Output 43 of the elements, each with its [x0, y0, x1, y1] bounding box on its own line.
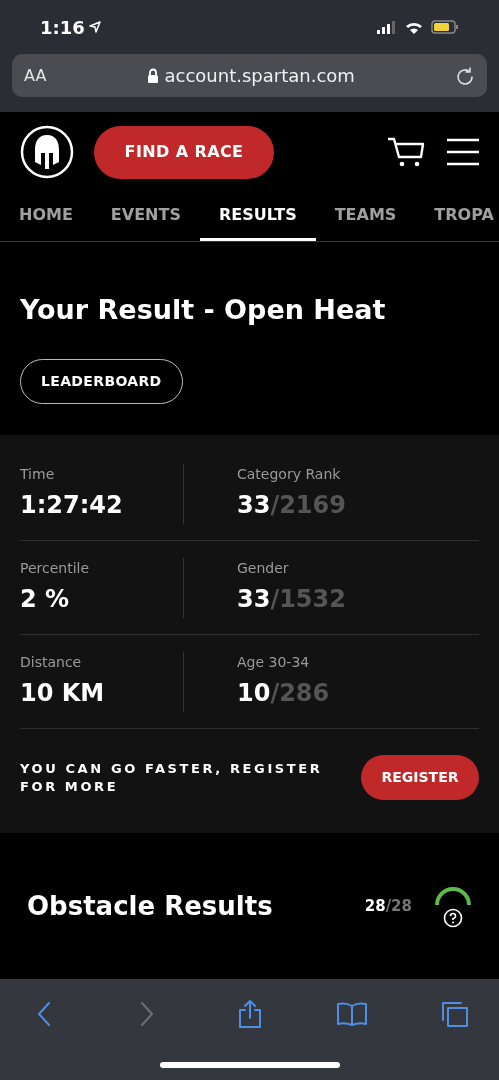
- gauge-arc-icon: [434, 884, 472, 908]
- obstacle-count: 28/28: [364, 895, 412, 917]
- battery-icon: [431, 20, 459, 34]
- stat-label: Age 30-34: [237, 653, 311, 672]
- stat-label: Distance: [20, 653, 83, 672]
- nav-tab[interactable]: HOME: [0, 192, 92, 241]
- share-icon: [236, 999, 263, 1029]
- rank-value: 10/286: [237, 678, 330, 709]
- stat-value: 2 %: [20, 584, 71, 615]
- register-button[interactable]: REGISTER: [361, 755, 479, 800]
- obstacle-title: Obstacle Results: [27, 889, 273, 923]
- address-bar[interactable]: AA account.spartan.com: [12, 54, 487, 97]
- stat-label: Time: [20, 465, 56, 484]
- wifi-icon: [405, 20, 423, 34]
- stat-label: Category Rank: [237, 465, 342, 484]
- find-race-button[interactable]: FIND A RACE: [94, 125, 274, 179]
- nav-tab[interactable]: EVENTS: [91, 192, 200, 241]
- tabs-icon: [440, 1000, 470, 1028]
- help-icon[interactable]: [443, 908, 463, 928]
- stat-value: 10 KM: [20, 678, 106, 709]
- forward-icon: [138, 1001, 155, 1027]
- book-icon: [336, 1001, 369, 1027]
- rank-value: 33/2169: [237, 490, 346, 521]
- menu-icon[interactable]: [447, 138, 479, 166]
- nav-tab[interactable]: TROPA: [415, 192, 499, 241]
- location-arrow-icon: [88, 21, 101, 33]
- helmet-logo[interactable]: [20, 125, 74, 179]
- lock-icon: [146, 68, 159, 83]
- reload-icon[interactable]: [455, 65, 475, 86]
- back-icon: [36, 1001, 52, 1027]
- stat-value: 1:27:42: [20, 490, 124, 521]
- cart-icon[interactable]: [387, 137, 425, 167]
- nav-tab[interactable]: RESULTS: [199, 192, 316, 241]
- stat-label: Percentile: [20, 559, 91, 578]
- stat-label: Gender: [237, 559, 290, 578]
- promo-text: YOU CAN GO FASTER, REGISTER FOR MORE: [20, 759, 324, 796]
- signal-icon: [377, 20, 397, 34]
- text-size-button[interactable]: AA: [24, 63, 47, 88]
- nav-tab[interactable]: TEAMS: [315, 192, 416, 241]
- url-text: account.spartan.com: [164, 64, 355, 88]
- clock-time: 1:16: [40, 15, 85, 40]
- rank-value: 33/1532: [237, 584, 346, 615]
- result-title: Your Result - Open Heat: [20, 293, 387, 327]
